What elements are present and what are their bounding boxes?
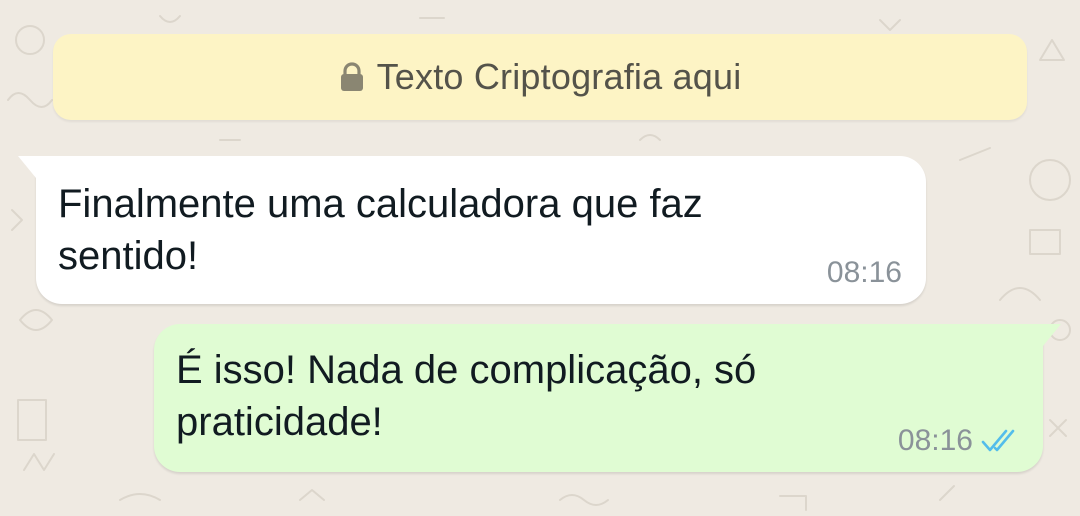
- message-bubble-incoming[interactable]: Finalmente uma calculadora que faz senti…: [18, 156, 926, 304]
- message-bubble-outgoing[interactable]: É isso! Nada de complicação, só praticid…: [154, 324, 1061, 472]
- bubble-tail: [18, 156, 36, 178]
- message-text: Finalmente uma calculadora que faz senti…: [58, 182, 703, 278]
- bubble-tail: [1043, 324, 1061, 346]
- message-timestamp: 08:16: [897, 424, 973, 457]
- message-meta: 08:16: [827, 256, 902, 290]
- lock-icon: [340, 62, 363, 91]
- encryption-notice-banner[interactable]: Texto Criptografia aqui: [53, 34, 1027, 120]
- message-meta: 08:16: [898, 424, 1019, 458]
- message-timestamp: 08:16: [826, 256, 902, 289]
- encryption-notice-text: Texto Criptografia aqui: [376, 56, 742, 97]
- message-text: É isso! Nada de complicação, só praticid…: [176, 348, 757, 444]
- double-check-read-icon: [981, 429, 1015, 452]
